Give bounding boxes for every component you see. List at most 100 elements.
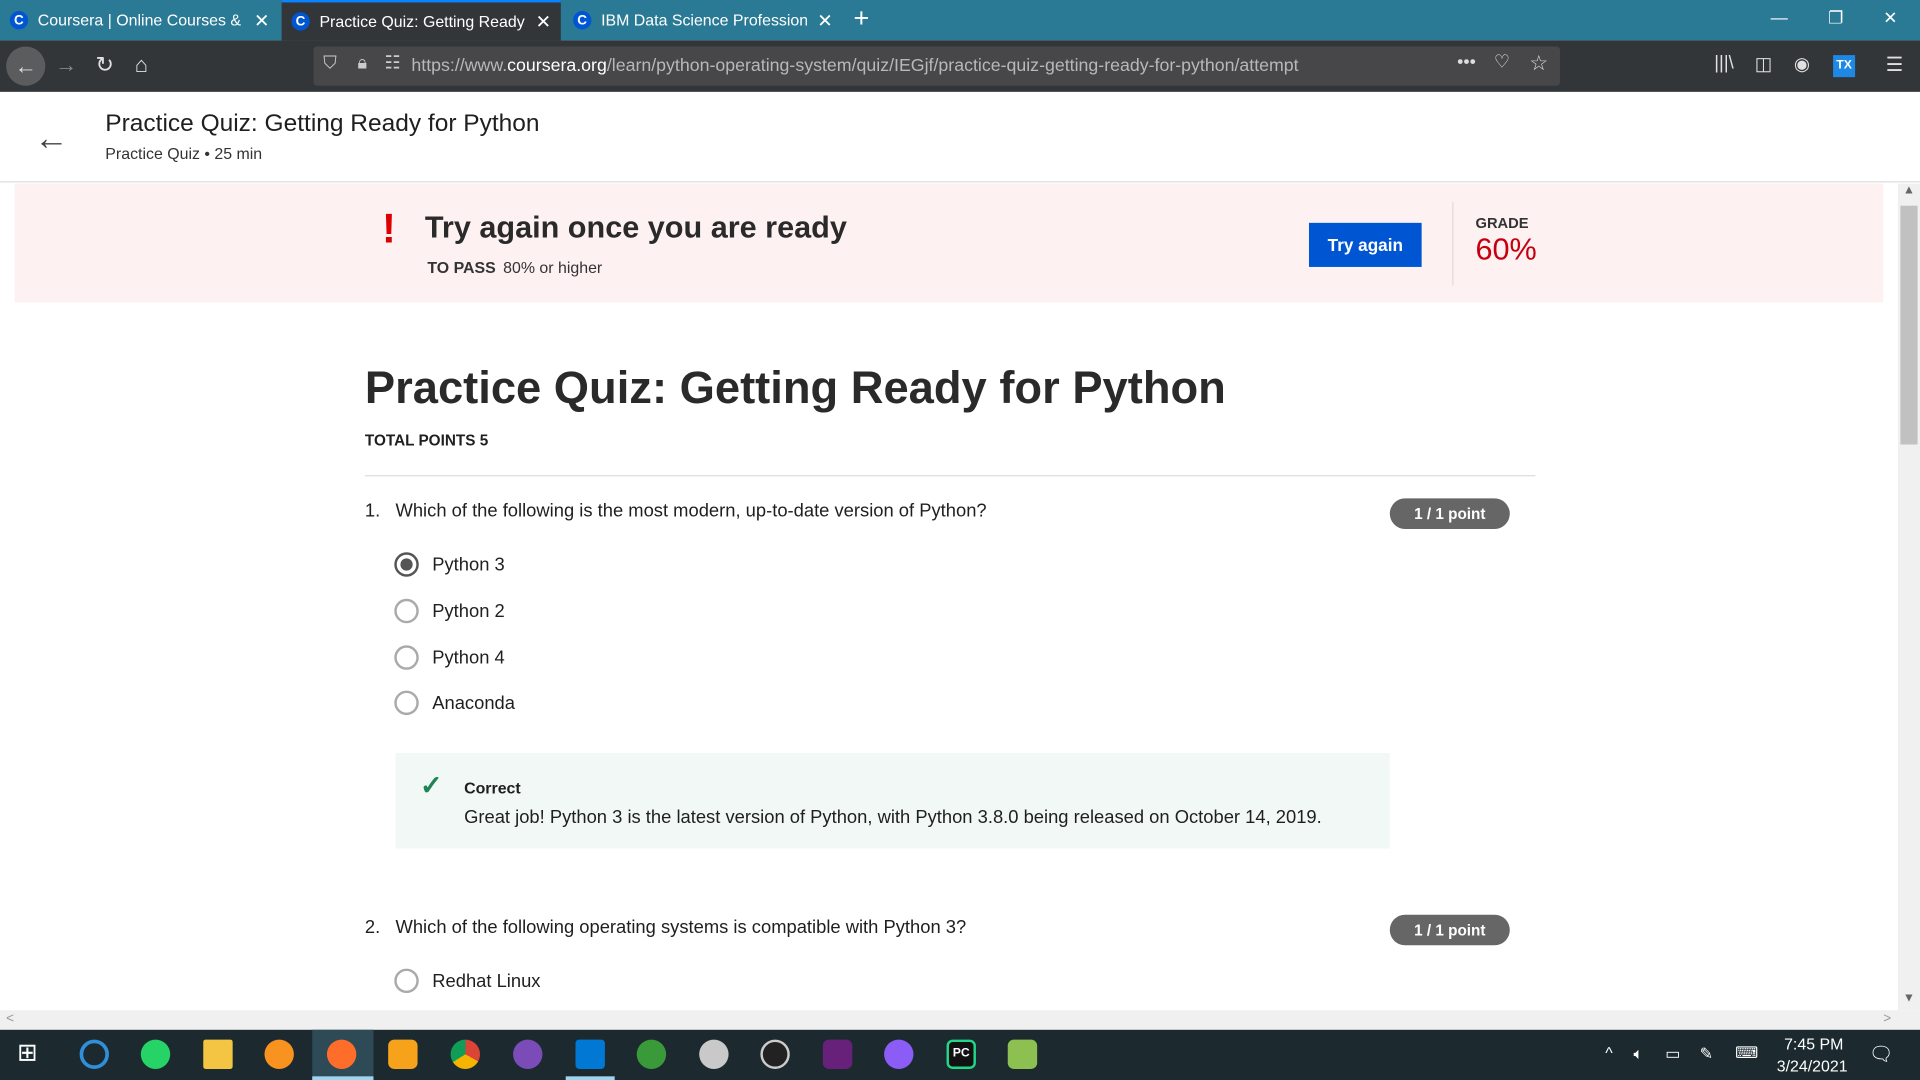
- file-explorer-icon[interactable]: [203, 1039, 233, 1069]
- uc-browser-icon[interactable]: [388, 1039, 418, 1069]
- pen-icon[interactable]: ✎: [1700, 1044, 1713, 1064]
- minimize-icon[interactable]: —: [1771, 7, 1788, 27]
- tab-title: Practice Quiz: Getting Ready for Python: [319, 12, 525, 31]
- back-arrow-icon[interactable]: ←: [34, 119, 68, 158]
- pocket-icon[interactable]: ♡: [1494, 53, 1510, 73]
- vertical-scrollbar[interactable]: ▲ ▼: [1897, 183, 1920, 1011]
- pass-value: 80% or higher: [503, 258, 603, 277]
- show-hidden-icons-icon[interactable]: ^: [1605, 1043, 1612, 1061]
- option-anaconda[interactable]: Anaconda: [394, 690, 515, 716]
- option-python-4[interactable]: Python 4: [394, 645, 505, 670]
- brave-icon[interactable]: [264, 1039, 294, 1069]
- scroll-left-icon[interactable]: <: [6, 1011, 14, 1026]
- tab-bar: C Coursera | Online Courses & Credential…: [0, 0, 1920, 41]
- keyboard-icon[interactable]: ⌨: [1735, 1043, 1758, 1063]
- quiz-title: Practice Quiz: Getting Ready for Python: [364, 362, 1226, 413]
- try-again-button[interactable]: Try again: [1308, 222, 1422, 267]
- tab-coursera-home[interactable]: C Coursera | Online Courses & Credential…: [0, 0, 279, 40]
- option-label: Python 3: [432, 554, 505, 575]
- option-label: Redhat Linux: [432, 970, 541, 992]
- pycharm-icon[interactable]: PC: [946, 1039, 976, 1069]
- page-header: ← Practice Quiz: Getting Ready for Pytho…: [0, 92, 1920, 183]
- scroll-up-icon[interactable]: ▲: [1903, 184, 1915, 197]
- visual-studio-icon[interactable]: [822, 1039, 853, 1069]
- clock-time[interactable]: 7:45 PM: [1784, 1035, 1843, 1053]
- radio[interactable]: [394, 645, 419, 670]
- volume-icon[interactable]: 🔈︎: [1633, 1044, 1643, 1064]
- permissions-icon: ☷: [384, 53, 401, 74]
- question-text: Which of the following operating systems…: [395, 917, 967, 938]
- radio-selected[interactable]: [394, 552, 419, 577]
- network-icon[interactable]: ▭: [1665, 1044, 1680, 1064]
- more-actions-icon[interactable]: •••: [1457, 53, 1476, 73]
- option-python-3[interactable]: Python 3: [394, 552, 505, 577]
- snipping-tool-icon[interactable]: [699, 1039, 729, 1069]
- header-subtitle: Practice Quiz • 25 min: [105, 144, 263, 163]
- vscode-icon[interactable]: [575, 1039, 605, 1069]
- reload-icon[interactable]: ↻: [96, 53, 114, 79]
- github-desktop-icon[interactable]: [513, 1039, 543, 1069]
- notepad-plus-plus-icon[interactable]: [1007, 1039, 1038, 1069]
- clock-date[interactable]: 3/24/2021: [1777, 1057, 1848, 1075]
- new-tab-icon[interactable]: +: [853, 2, 869, 34]
- feedback-label: Correct: [464, 778, 521, 798]
- scrollbar-thumb[interactable]: [1900, 205, 1918, 445]
- firefox-icon[interactable]: [326, 1039, 357, 1069]
- coursera-favicon-icon: C: [9, 11, 29, 30]
- pass-requirement: TO PASS 80% or higher: [427, 258, 602, 276]
- feedback-text: Great job! Python 3 is the latest versio…: [464, 806, 1322, 828]
- url-domain: coursera.org: [507, 56, 607, 76]
- question-number: 2.: [364, 917, 381, 938]
- restore-icon[interactable]: ❐: [1828, 7, 1843, 28]
- sidebar-icon[interactable]: ◫: [1755, 53, 1772, 75]
- question-text: Which of the following is the most moder…: [395, 500, 987, 522]
- result-banner: ! Try again once you are ready TO PASS 80…: [14, 183, 1884, 303]
- url-path: /learn/python-operating-system/quiz/IEGj…: [606, 56, 1299, 76]
- checkmark-icon: ✓: [420, 770, 443, 801]
- idm-icon[interactable]: [636, 1039, 667, 1069]
- chrome-icon[interactable]: [450, 1039, 481, 1069]
- url-bar[interactable]: ⛉ 🔒︎ ☷ https://www. coursera.org/learn/py…: [313, 46, 1561, 86]
- coursera-favicon-icon: C: [573, 11, 592, 30]
- tab-practice-quiz[interactable]: C Practice Quiz: Getting Ready for Pytho…: [281, 0, 561, 41]
- scroll-down-icon[interactable]: ▼: [1903, 992, 1915, 1005]
- banner-title: Try again once you are ready: [424, 210, 847, 245]
- divider: [1452, 202, 1454, 286]
- messenger-icon[interactable]: [884, 1039, 914, 1069]
- home-icon[interactable]: ⌂: [135, 53, 148, 79]
- option-python-2[interactable]: Python 2: [394, 598, 505, 624]
- menu-icon[interactable]: ☰: [1886, 53, 1904, 77]
- question-1: 1. Which of the following is the most mod…: [365, 501, 987, 522]
- library-icon[interactable]: |||\: [1714, 53, 1733, 74]
- question-2: 2. Which of the following operating syste…: [365, 917, 966, 938]
- grade-label: GRADE: [1475, 214, 1529, 232]
- pass-label: TO PASS: [427, 258, 496, 277]
- close-tab-icon[interactable]: ✕: [817, 9, 832, 31]
- close-tab-icon[interactable]: ✕: [536, 10, 551, 33]
- option-redhat-linux[interactable]: Redhat Linux: [394, 968, 541, 994]
- windows-start-icon[interactable]: ⊞: [17, 1037, 46, 1067]
- close-tab-icon[interactable]: ✕: [254, 9, 269, 31]
- radio[interactable]: [394, 598, 419, 624]
- url-prefix: https://www.: [411, 56, 508, 76]
- bookmark-star-icon[interactable]: ☆: [1529, 51, 1548, 75]
- points-badge: 1 / 1 point: [1389, 498, 1510, 529]
- forward-icon[interactable]: →: [55, 53, 77, 79]
- coursera-favicon-icon: C: [291, 12, 310, 31]
- scroll-right-icon[interactable]: >: [1883, 1011, 1891, 1026]
- option-label: Anaconda: [432, 692, 515, 714]
- taskbar: ⊞ PC ^ 🔈︎ ▭ ✎ ⌨ 7:45 PM 3/24/2021 🗨︎: [0, 1029, 1920, 1080]
- inkscape-icon[interactable]: [760, 1039, 790, 1069]
- close-window-icon[interactable]: ✕: [1883, 7, 1897, 28]
- horizontal-scrollbar[interactable]: < >: [0, 1010, 1920, 1030]
- radio[interactable]: [394, 690, 419, 716]
- radio[interactable]: [394, 968, 419, 994]
- extension-icon[interactable]: TX: [1833, 55, 1856, 78]
- tab-ibm-data-science[interactable]: C IBM Data Science Professional Certific…: [563, 0, 842, 40]
- tab-title: Coursera | Online Courses & Credentials: [37, 11, 244, 30]
- origin-icon[interactable]: [79, 1039, 109, 1069]
- back-icon[interactable]: ←: [6, 46, 46, 86]
- notifications-icon[interactable]: 🗨︎: [1869, 1042, 1894, 1066]
- whatsapp-icon[interactable]: [140, 1039, 171, 1069]
- account-icon[interactable]: ◉: [1794, 53, 1810, 75]
